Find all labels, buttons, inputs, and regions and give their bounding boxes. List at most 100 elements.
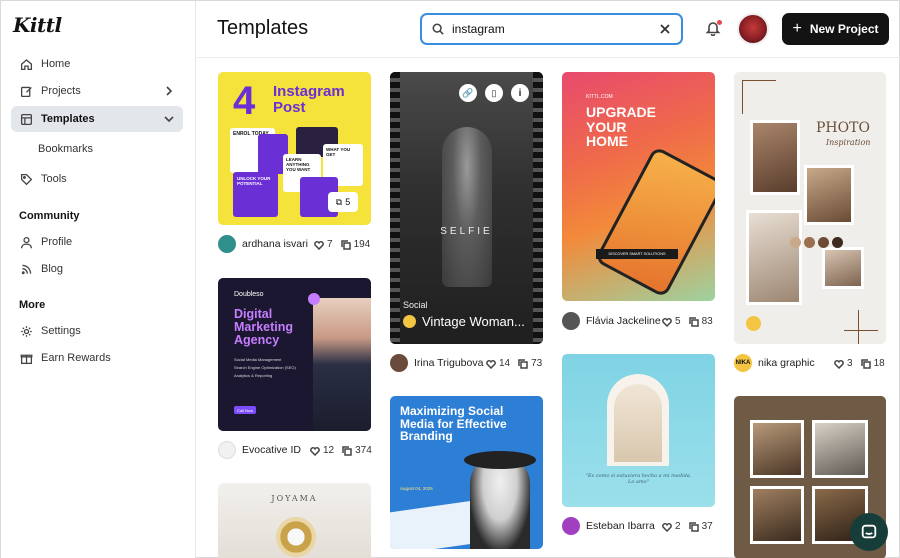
card-photo <box>822 247 864 289</box>
gift-icon <box>19 351 33 365</box>
search-box[interactable] <box>420 13 683 45</box>
card-author[interactable]: NIKA nika graphic <box>734 354 815 372</box>
chevron-down-icon[interactable] <box>163 113 175 125</box>
info-icon[interactable]: i <box>511 84 529 102</box>
heart-icon[interactable] <box>662 522 672 532</box>
section-title-more: More <box>19 299 46 311</box>
chat-icon <box>861 524 877 539</box>
sidebar-item-templates[interactable]: Templates <box>11 106 183 132</box>
sidebar-item-tools[interactable]: Tools <box>11 166 183 192</box>
heart-icon[interactable] <box>662 317 672 327</box>
card-title: Instagram Post <box>273 83 345 116</box>
card-author[interactable]: ardhana isvari <box>218 235 308 253</box>
copy-icon <box>518 358 528 369</box>
chevron-right-icon[interactable] <box>163 85 175 97</box>
card-text-block: Social Media Management Search Engine Op… <box>234 356 296 380</box>
heart-icon[interactable] <box>310 446 320 456</box>
sidebar-item-bookmarks[interactable]: Bookmarks <box>38 143 93 155</box>
author-name: Esteban Ibarra <box>586 520 655 532</box>
sidebar: Kittl Home Projects Templates Bookmarks … <box>1 1 196 558</box>
card-cta: DISCOVER SMART SOLUTIONS <box>596 249 678 259</box>
likes-count: 2 <box>675 521 681 532</box>
uses-count: 374 <box>355 445 372 456</box>
sidebar-item-home[interactable]: Home <box>11 51 183 77</box>
author-name: Flávia Jackeline <box>586 315 661 327</box>
sidebar-item-profile[interactable]: Profile <box>11 229 183 255</box>
template-card[interactable]: KITTL.COM UPGRADE YOUR HOME DISCOVER SMA… <box>562 72 715 301</box>
card-stats: 7 194 <box>314 239 370 250</box>
card-word: SELFIE <box>440 226 493 237</box>
sidebar-item-projects[interactable]: Projects <box>11 78 183 104</box>
card-cta: Call Now <box>234 406 256 414</box>
card-text: Social Media Management <box>234 357 282 362</box>
sidebar-item-blog[interactable]: Blog <box>11 256 183 282</box>
bookmark-icon[interactable]: ▯ <box>485 84 503 102</box>
template-card[interactable]: Doubleso Digital Marketing Agency Social… <box>218 278 371 431</box>
card-title: JOYAMA <box>271 494 318 503</box>
film-strip <box>390 72 400 344</box>
copy-icon <box>340 239 351 250</box>
premium-badge-icon <box>746 316 761 331</box>
card-photo <box>750 486 804 544</box>
sidebar-item-earn-rewards[interactable]: Earn Rewards <box>11 345 183 371</box>
card-stats: 3 18 <box>834 358 885 369</box>
card-author[interactable]: Irina Trigubova <box>390 354 483 372</box>
template-card[interactable]: "Es como si estuviera hecho a mi medida.… <box>562 354 715 507</box>
heart-icon[interactable] <box>314 240 324 250</box>
card-title: Digital Marketing Agency <box>234 307 294 348</box>
frame-line <box>742 80 776 81</box>
card-author[interactable]: Flávia Jackeline <box>562 312 661 330</box>
copy-icon <box>688 316 699 327</box>
user-avatar[interactable] <box>737 13 769 45</box>
card-title: Maximizing Social Media for Effective Br… <box>400 404 507 444</box>
frame-line <box>844 330 878 331</box>
author-name: ardhana isvari <box>242 238 308 250</box>
sidebar-item-label: Blog <box>41 263 64 275</box>
new-project-button[interactable]: + New Project <box>782 13 889 45</box>
card-decoration <box>308 293 320 305</box>
silhouette <box>442 127 492 287</box>
likes-count: 12 <box>323 445 335 456</box>
sidebar-item-label: Settings <box>41 325 81 337</box>
card-text: Search Engine Optimization (SEO) <box>234 365 296 370</box>
uses-count: 18 <box>873 358 885 369</box>
template-card[interactable]: JOYAMA <box>218 483 371 558</box>
sidebar-item-settings[interactable]: Settings <box>11 318 183 344</box>
clear-search-icon[interactable] <box>659 22 673 36</box>
chat-support-button[interactable] <box>850 513 888 551</box>
kittl-logo[interactable]: Kittl <box>13 13 62 37</box>
template-card[interactable]: SELFIE 🔗 ▯ i Social Vintage Woman... <box>390 72 543 344</box>
card-stats: 12 374 <box>310 445 372 456</box>
template-card[interactable]: Maximizing Social Media for Effective Br… <box>390 396 543 549</box>
header-divider <box>197 57 900 58</box>
edit-icon <box>19 84 33 98</box>
hat <box>464 451 536 469</box>
avatar <box>562 517 580 535</box>
uses-count: 37 <box>701 521 713 532</box>
search-input[interactable] <box>452 22 652 36</box>
brush-stroke <box>390 499 480 549</box>
heart-icon[interactable] <box>834 359 844 369</box>
sidebar-item-label: Templates <box>41 113 95 125</box>
color-palette <box>790 237 843 248</box>
template-card[interactable]: PHOTO Inspiration <box>734 72 886 344</box>
new-project-label: New Project <box>809 22 879 36</box>
card-author[interactable]: Evocative ID <box>218 441 301 459</box>
card-author[interactable]: Esteban Ibarra <box>562 517 655 535</box>
card-title: Vintage Woman... <box>422 314 525 329</box>
card-brand: Doubleso <box>234 291 264 298</box>
card-stats: 5 83 <box>662 316 713 327</box>
template-card[interactable]: 4 Instagram Post ENROL TODAY LEARN ANYTH… <box>218 72 371 225</box>
frame-line <box>742 80 743 114</box>
notification-bell-icon[interactable] <box>705 20 723 38</box>
heart-icon[interactable] <box>486 359 496 369</box>
search-icon <box>432 23 444 35</box>
notification-dot <box>717 20 722 25</box>
card-photo <box>750 420 804 478</box>
card-title: PHOTO <box>816 120 870 136</box>
avatar <box>218 441 236 459</box>
link-icon[interactable]: 🔗 <box>459 84 477 102</box>
phone-image <box>594 145 715 299</box>
section-title-community: Community <box>19 210 80 222</box>
frame-line <box>858 310 859 344</box>
